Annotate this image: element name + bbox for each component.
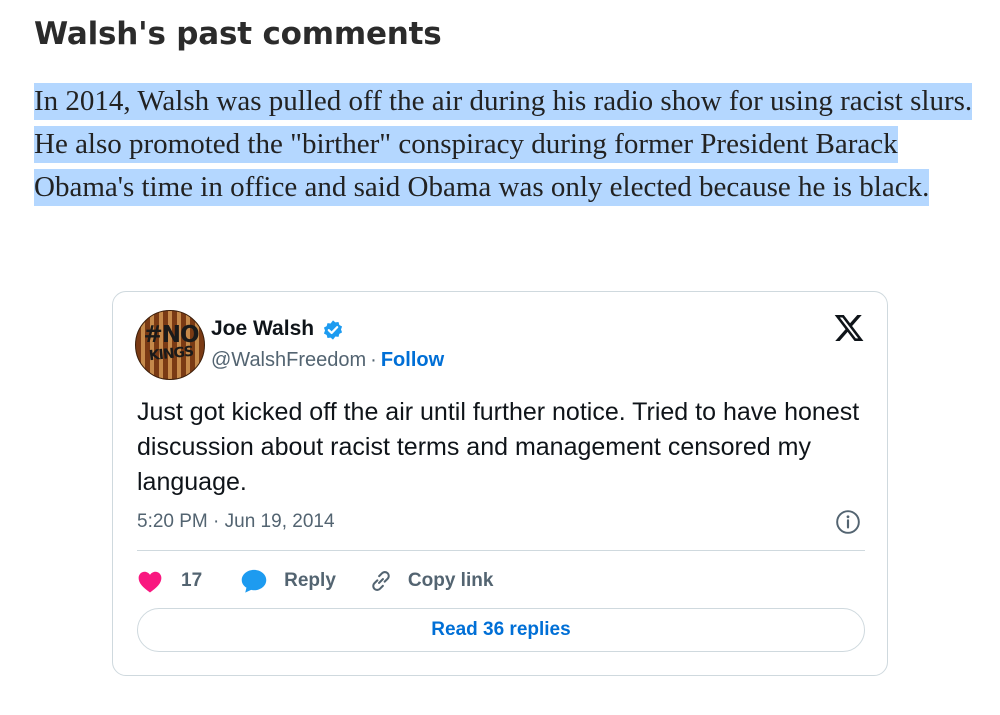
follow-link[interactable]: Follow [381, 349, 444, 371]
separator-dot: · [370, 349, 377, 371]
like-count: 17 [181, 570, 203, 591]
speech-bubble-icon [241, 569, 267, 593]
info-icon[interactable] [835, 509, 861, 535]
avatar[interactable]: #NO KINGS [135, 310, 205, 380]
link-icon [372, 571, 390, 591]
author-name[interactable]: Joe Walsh [211, 316, 314, 342]
tweet-actions: 17 Reply Copy link [137, 566, 493, 596]
heart-icon [138, 571, 162, 593]
like-button[interactable]: 17 [137, 569, 202, 593]
article-paragraph: In 2014, Walsh was pulled off the air du… [34, 80, 974, 209]
read-replies-button[interactable]: Read 36 replies [137, 608, 865, 652]
divider [137, 550, 865, 551]
verified-badge-icon [323, 320, 343, 340]
tweet-timestamp[interactable]: 5:20 PM · Jun 19, 2014 [137, 509, 335, 535]
tweet-text: Just got kicked off the air until furthe… [137, 398, 860, 496]
section-heading: Walsh's past comments [34, 16, 442, 52]
author-handle[interactable]: @WalshFreedom [211, 349, 366, 371]
copy-link-button[interactable]: Copy link [368, 568, 494, 594]
x-logo-icon[interactable] [833, 312, 865, 344]
reply-label: Reply [284, 570, 336, 591]
embedded-tweet-card: #NO KINGS Joe Walsh @WalshFreedom · Follow… [112, 291, 888, 676]
selected-text: In 2014, Walsh was pulled off the air du… [34, 83, 973, 206]
copy-link-label: Copy link [407, 570, 494, 591]
handle-line: @WalshFreedom · Follow [211, 347, 444, 373]
reply-button[interactable]: Reply [240, 568, 336, 594]
